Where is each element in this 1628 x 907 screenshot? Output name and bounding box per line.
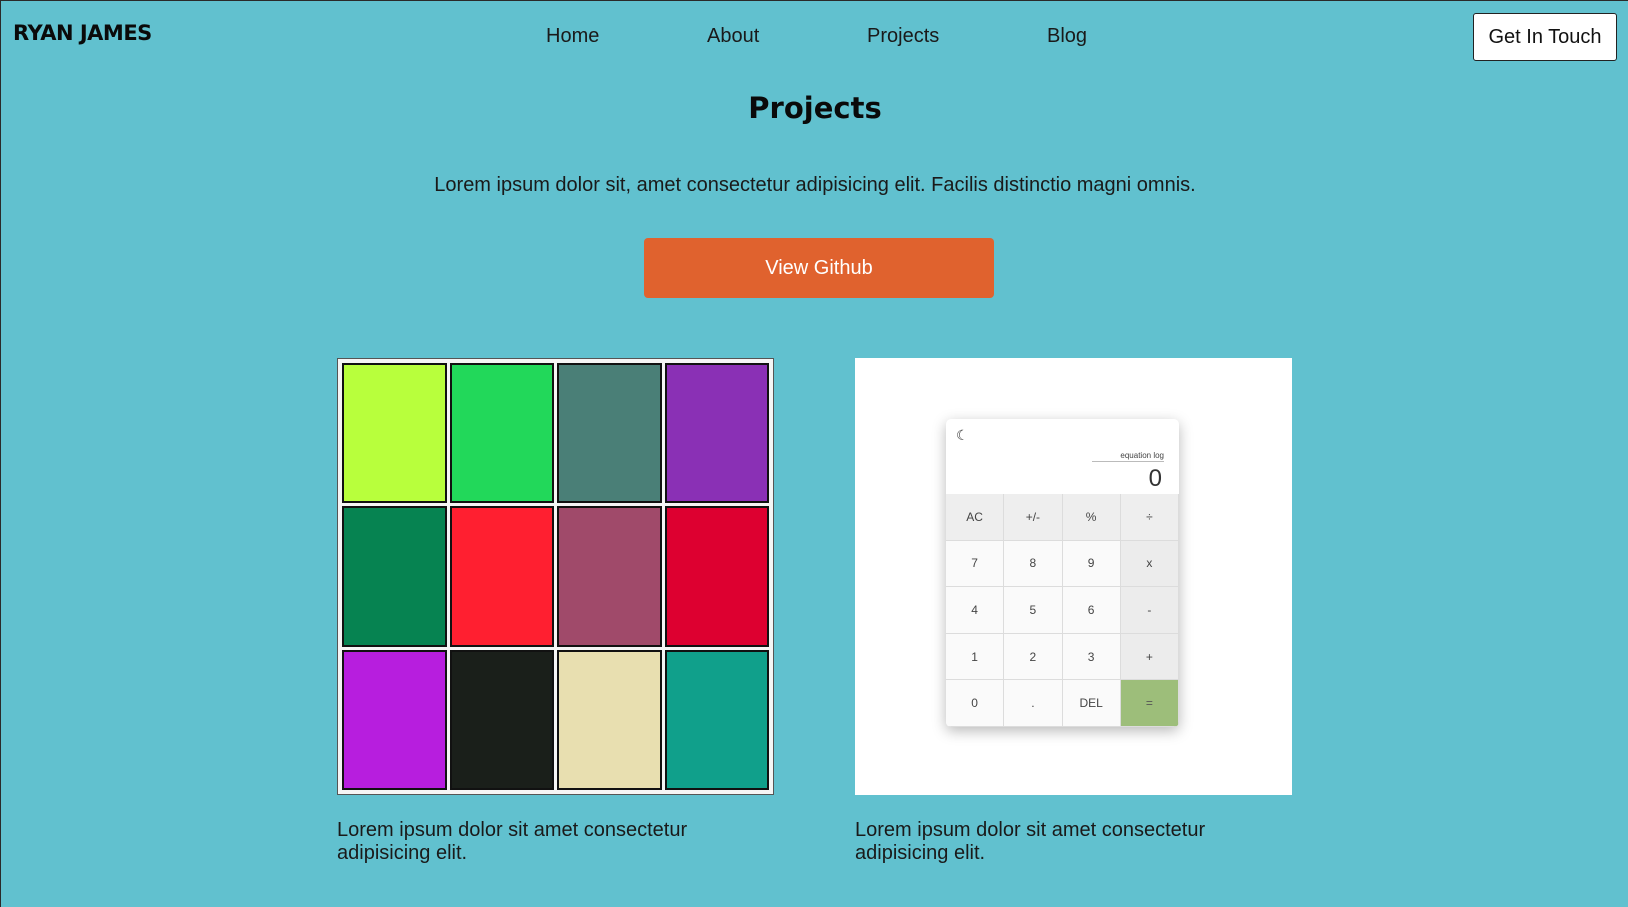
color-swatch xyxy=(342,649,447,790)
nav-link-projects[interactable]: Projects xyxy=(867,25,939,48)
equation-log-label: equation log xyxy=(1092,451,1164,462)
color-swatch xyxy=(557,363,662,504)
calculator-key: 7 xyxy=(946,540,1005,588)
calculator-key: AC xyxy=(946,494,1005,541)
calculator-key: x xyxy=(1120,540,1179,588)
calculator-key: % xyxy=(1062,494,1121,541)
calculator-key: 5 xyxy=(1004,587,1063,634)
calculator-key: 9 xyxy=(1062,540,1121,588)
calculator-key: = xyxy=(1120,680,1179,727)
calculator-key: 2 xyxy=(1004,633,1063,681)
color-swatch xyxy=(664,649,769,790)
calculator-key: + xyxy=(1120,633,1179,681)
navbar: RYAN JAMES Home About Projects Blog Get … xyxy=(1,1,1628,71)
calculator-key: 8 xyxy=(1004,540,1063,588)
page-subtitle: Lorem ipsum dolor sit, amet consectetur … xyxy=(434,174,1196,196)
calculator-key: DEL xyxy=(1062,680,1121,727)
calculator-key: +/- xyxy=(1004,494,1063,541)
nav-links: Home About Projects Blog xyxy=(1,25,1628,49)
nav-link-blog[interactable]: Blog xyxy=(1047,25,1087,48)
color-swatch xyxy=(342,506,447,647)
calculator-key: . xyxy=(1004,680,1063,727)
calculator-key: - xyxy=(1120,587,1179,634)
color-swatch xyxy=(449,363,554,504)
color-swatch xyxy=(449,506,554,647)
calculator-preview: ☾ equation log 0 AC +/-% ÷ 7 8 9 x 4 5 6- 1 2 3 +0. DE… xyxy=(946,419,1179,727)
color-swatch xyxy=(342,363,447,504)
project-image-calculator[interactable]: ☾ equation log 0 AC +/-% ÷ 7 8 9 x 4 5 6- 1 2 3 +0. DE… xyxy=(855,358,1292,795)
calculator-display: 0 xyxy=(1148,465,1162,492)
nav-link-about[interactable]: About xyxy=(707,25,759,48)
color-swatch xyxy=(557,649,662,790)
calculator-key: 1 xyxy=(946,633,1005,681)
project-image-color-grid[interactable] xyxy=(337,358,774,795)
color-swatch xyxy=(664,506,769,647)
color-swatch xyxy=(664,363,769,504)
color-swatch xyxy=(557,506,662,647)
page-title: Projects xyxy=(748,91,882,125)
calculator-key: ÷ xyxy=(1120,494,1179,541)
moon-icon: ☾ xyxy=(956,427,969,443)
calculator-key: 0 xyxy=(946,680,1005,727)
calculator-key: 4 xyxy=(946,587,1005,634)
project-caption: Lorem ipsum dolor sit amet consectetur a… xyxy=(337,819,688,864)
nav-link-home[interactable]: Home xyxy=(546,25,599,48)
view-github-button[interactable]: View Github xyxy=(644,238,994,298)
calculator-key: 6 xyxy=(1062,587,1121,634)
calculator-keypad: AC +/-% ÷ 7 8 9 x 4 5 6- 1 2 3 +0. DEL = xyxy=(946,494,1179,727)
calculator-key: 3 xyxy=(1062,633,1121,681)
project-caption: Lorem ipsum dolor sit amet consectetur a… xyxy=(855,819,1206,864)
color-swatch xyxy=(449,649,554,790)
get-in-touch-button[interactable]: Get In Touch xyxy=(1473,13,1617,61)
